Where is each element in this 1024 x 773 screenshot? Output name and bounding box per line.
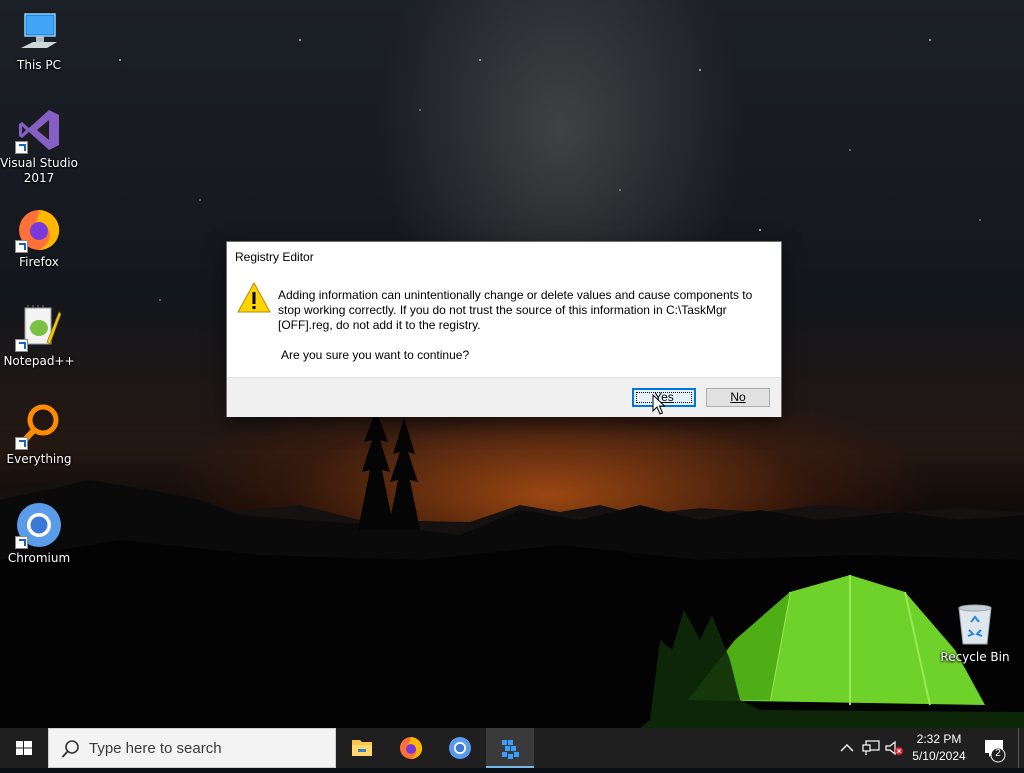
chromium-icon [449,737,471,759]
shortcut-arrow-icon [15,437,28,450]
no-button-label: No [730,390,746,404]
desktop-icon-label: Everything [6,452,72,466]
desktop-icon-label: Recycle Bin [940,650,1010,664]
desktop-icon-label: Visual Studio 2017 [0,156,78,185]
shortcut-arrow-icon [15,536,28,549]
clock-time: 2:32 PM [916,732,962,746]
taskbar-file-explorer[interactable] [338,728,386,768]
dialog-title: Registry Editor [235,250,314,264]
volume-muted-icon[interactable] [884,740,904,756]
recycle-bin-icon [951,600,999,648]
desktop-icon-notepadpp[interactable]: Notepad++ [0,304,78,369]
computer-icon [15,8,63,56]
dialog-question: Are you sure you want to continue? [281,348,470,362]
everything-search-icon [15,402,63,450]
no-button[interactable]: No [706,388,770,407]
taskbar: Type here to search 2:32 PM 5/10/2024 2 [0,728,1024,768]
desktop-icon-label: This PC [17,58,61,72]
shortcut-arrow-icon [15,240,28,253]
desktop-icon-everything[interactable]: Everything [0,402,78,467]
visual-studio-icon [15,106,63,154]
network-icon[interactable] [862,740,880,756]
search-placeholder: Type here to search [89,740,222,757]
clock-date: 5/10/2024 [912,749,966,763]
taskbar-registry-editor[interactable] [486,728,534,768]
registry-editor-icon [502,740,519,759]
dialog-button-bar: Yes No [227,377,781,417]
desktop-icon-firefox[interactable]: Firefox [0,205,78,270]
firefox-icon [15,205,63,253]
taskbar-firefox[interactable] [387,728,435,768]
firefox-icon [400,737,423,759]
warning-icon [237,281,271,314]
desktop-icon-label: Firefox [19,255,59,269]
desktop-icon-chromium[interactable]: Chromium [0,501,78,566]
desktop-icon-this-pc[interactable]: This PC [0,8,78,73]
desktop-icon-label: Notepad++ [3,354,75,368]
action-center-button[interactable]: 2 [980,728,1010,768]
desktop-icon-visual-studio[interactable]: Visual Studio 2017 [0,106,78,186]
desktop-icon-recycle-bin[interactable]: Recycle Bin [936,600,1014,665]
desktop-icon-label: Chromium [7,551,71,565]
taskbar-search-box[interactable]: Type here to search [48,728,336,768]
file-explorer-icon [352,740,372,756]
chromium-icon [15,501,63,549]
notepadpp-icon [15,304,63,352]
start-button[interactable] [0,728,48,768]
shortcut-arrow-icon [15,339,28,352]
search-icon [61,740,79,758]
dialog-message: Adding information can unintentionally c… [278,288,753,332]
mouse-cursor-icon [652,394,666,415]
chevron-up-icon[interactable] [840,743,854,753]
taskbar-chromium[interactable] [436,728,484,768]
show-desktop-button[interactable] [1018,728,1024,768]
system-clock[interactable]: 2:32 PM 5/10/2024 [906,731,972,765]
windows-logo-icon [16,741,32,755]
notification-count-badge: 2 [995,748,1001,759]
shortcut-arrow-icon [15,141,28,154]
registry-editor-dialog: Registry Editor Adding information can u… [226,241,782,417]
